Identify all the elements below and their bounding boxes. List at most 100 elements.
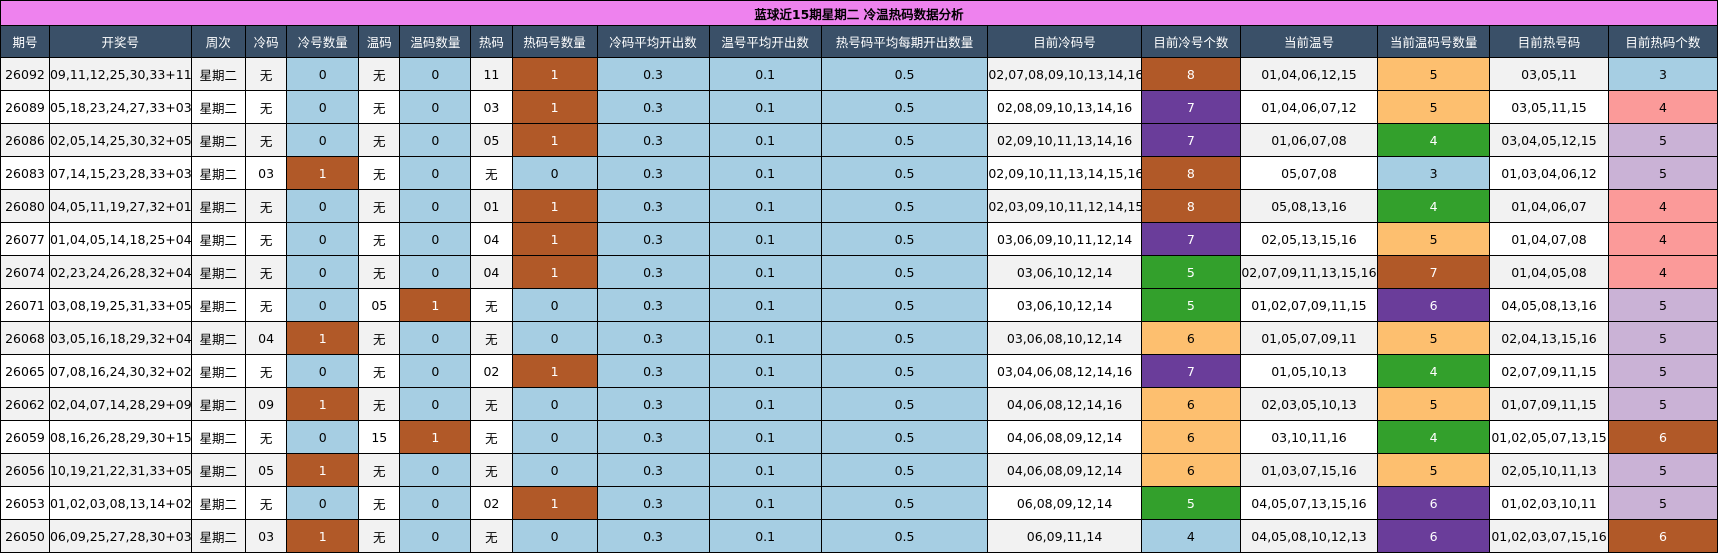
cell-current-cold: 04,06,08,12,14,16 xyxy=(987,387,1142,421)
cell-draw-numbers: 03,05,16,18,29,32+04 xyxy=(48,321,192,355)
header-col-hot-count: 热码号数量 xyxy=(511,25,598,58)
cell-warm-avg: 0.1 xyxy=(708,90,822,124)
cell-cold-avg: 0.3 xyxy=(596,453,710,487)
cell-period: 26065 xyxy=(0,354,50,388)
cell-draw-numbers: 09,11,12,25,30,33+11 xyxy=(48,57,192,91)
cell-current-warm: 01,04,06,07,12 xyxy=(1239,90,1379,124)
cell-cold-code: 无 xyxy=(244,90,288,124)
header-col-cold-count: 冷号数量 xyxy=(286,25,360,58)
cell-warm-code: 无 xyxy=(358,453,401,487)
cell-cold-avg: 0.3 xyxy=(596,222,710,256)
cell-warm-count: 0 xyxy=(399,123,472,157)
cell-period: 26062 xyxy=(0,387,50,421)
cell-hot-code: 04 xyxy=(470,222,513,256)
cell-hot-count: 0 xyxy=(511,288,598,322)
cell-current-hot-count: 4 xyxy=(1607,222,1718,256)
cell-hot-code: 04 xyxy=(470,255,513,289)
cell-cold-code: 无 xyxy=(244,222,288,256)
cell-weekday: 星期二 xyxy=(190,222,246,256)
cell-current-cold: 02,03,09,10,11,12,14,15 xyxy=(987,189,1142,223)
table-row: 26050 06,09,25,27,28,30+03 星期二 03 1 无 0 无 0 0.3 0.… xyxy=(0,519,1718,553)
cell-hot-count: 0 xyxy=(511,156,598,190)
cell-hot-avg: 0.5 xyxy=(820,519,989,553)
cell-hot-code: 无 xyxy=(470,288,513,322)
cell-current-hot: 01,04,06,07 xyxy=(1489,189,1609,223)
cell-cold-code: 03 xyxy=(244,519,288,553)
cell-cold-code: 无 xyxy=(244,420,288,454)
cell-warm-code: 05 xyxy=(358,288,401,322)
cell-cold-avg: 0.3 xyxy=(596,156,710,190)
cell-cold-code: 04 xyxy=(244,321,288,355)
cell-weekday: 星期二 xyxy=(190,123,246,157)
cell-warm-code: 15 xyxy=(358,420,401,454)
cell-current-cold-count: 7 xyxy=(1140,222,1241,256)
cell-cold-avg: 0.3 xyxy=(596,189,710,223)
cell-current-hot-count: 5 xyxy=(1607,486,1718,520)
cell-current-hot-count: 6 xyxy=(1607,519,1718,553)
cell-hot-count: 1 xyxy=(511,123,598,157)
cell-current-cold: 06,09,11,14 xyxy=(987,519,1142,553)
table-title: 蓝球近15期星期二 冷温热码数据分析 xyxy=(0,0,1718,26)
cell-period: 26092 xyxy=(0,57,50,91)
cell-warm-count: 0 xyxy=(399,90,472,124)
header-col-current-hot-count: 目前热码个数 xyxy=(1607,25,1718,58)
cold-hot-analysis-table: 蓝球近15期星期二 冷温热码数据分析 期号 开奖号 周次 冷码 冷号数量 温码 温码数量 热码… xyxy=(0,0,1718,553)
header-col-warm-avg: 温号平均开出数 xyxy=(708,25,822,58)
table-row: 26083 07,14,15,23,28,33+03 星期二 03 1 无 0 无 0 0.3 0.… xyxy=(0,156,1718,190)
cell-draw-numbers: 04,05,11,19,27,32+01 xyxy=(48,189,192,223)
cell-draw-numbers: 05,18,23,24,27,33+03 xyxy=(48,90,192,124)
cell-cold-code: 03 xyxy=(244,156,288,190)
cell-warm-count: 0 xyxy=(399,222,472,256)
cell-hot-avg: 0.5 xyxy=(820,189,989,223)
cell-hot-count: 1 xyxy=(511,90,598,124)
cell-current-hot-count: 5 xyxy=(1607,156,1718,190)
cell-warm-count: 0 xyxy=(399,156,472,190)
cell-current-warm: 04,05,07,13,15,16 xyxy=(1239,486,1379,520)
cell-warm-avg: 0.1 xyxy=(708,255,822,289)
cell-hot-count: 1 xyxy=(511,222,598,256)
cell-hot-code: 无 xyxy=(470,519,513,553)
table-row: 26068 03,05,16,18,29,32+04 星期二 04 1 无 0 无 0 0.3 0.… xyxy=(0,321,1718,355)
cell-hot-code: 02 xyxy=(470,486,513,520)
cell-current-hot: 01,02,03,10,11 xyxy=(1489,486,1609,520)
cell-hot-avg: 0.5 xyxy=(820,222,989,256)
header-col-warm-count: 温码数量 xyxy=(399,25,472,58)
cell-period: 26080 xyxy=(0,189,50,223)
cell-current-cold-count: 8 xyxy=(1140,57,1241,91)
cell-warm-avg: 0.1 xyxy=(708,453,822,487)
cell-cold-avg: 0.3 xyxy=(596,288,710,322)
cell-current-warm-count: 5 xyxy=(1377,387,1491,421)
cell-current-hot-count: 5 xyxy=(1607,288,1718,322)
table-row: 26080 04,05,11,19,27,32+01 星期二无 0 无 0 01 1 0.3 0.… xyxy=(0,189,1718,223)
table-row: 26071 03,08,19,25,31,33+05 星期二无 0 05 1 无 0 0.3 0.… xyxy=(0,288,1718,322)
cell-current-cold: 02,07,08,09,10,13,14,16 xyxy=(987,57,1142,91)
cell-current-warm-count: 4 xyxy=(1377,354,1491,388)
cell-current-warm: 02,07,09,11,13,15,16 xyxy=(1239,255,1379,289)
cell-hot-avg: 0.5 xyxy=(820,123,989,157)
cell-hot-count: 0 xyxy=(511,519,598,553)
cell-draw-numbers: 01,04,05,14,18,25+04 xyxy=(48,222,192,256)
cell-hot-code: 01 xyxy=(470,189,513,223)
cell-period: 26077 xyxy=(0,222,50,256)
cell-weekday: 星期二 xyxy=(190,57,246,91)
cell-period: 26086 xyxy=(0,123,50,157)
header-col-cold-avg: 冷码平均开出数 xyxy=(596,25,710,58)
cell-weekday: 星期二 xyxy=(190,255,246,289)
cell-cold-code: 无 xyxy=(244,354,288,388)
cell-current-hot-count: 5 xyxy=(1607,387,1718,421)
cell-warm-avg: 0.1 xyxy=(708,156,822,190)
cell-cold-avg: 0.3 xyxy=(596,420,710,454)
cell-current-cold-count: 7 xyxy=(1140,90,1241,124)
cell-current-hot: 03,04,05,12,15 xyxy=(1489,123,1609,157)
cell-warm-code: 无 xyxy=(358,387,401,421)
cell-cold-count: 0 xyxy=(286,354,360,388)
cell-current-cold: 06,08,09,12,14 xyxy=(987,486,1142,520)
cell-warm-avg: 0.1 xyxy=(708,420,822,454)
cell-current-warm-count: 5 xyxy=(1377,222,1491,256)
cell-hot-avg: 0.5 xyxy=(820,57,989,91)
cell-current-cold: 04,06,08,09,12,14 xyxy=(987,453,1142,487)
cell-current-warm-count: 4 xyxy=(1377,189,1491,223)
cell-hot-code: 05 xyxy=(470,123,513,157)
cell-warm-code: 无 xyxy=(358,57,401,91)
cell-warm-code: 无 xyxy=(358,354,401,388)
